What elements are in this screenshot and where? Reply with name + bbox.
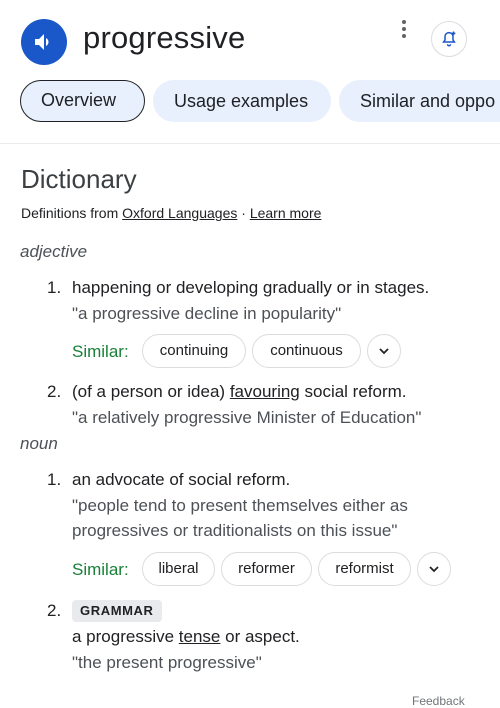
section-title: Dictionary	[21, 164, 137, 194]
divider	[0, 143, 500, 144]
definition: (of a person or idea) favouring social r…	[72, 382, 407, 402]
speaker-icon	[35, 34, 49, 50]
similar-chip[interactable]: reformist	[318, 552, 411, 586]
learn-more-link[interactable]: Learn more	[250, 205, 322, 221]
grammar-badge: GRAMMAR	[72, 600, 162, 622]
similar-label: Similar:	[72, 560, 129, 579]
more-vert-icon[interactable]	[396, 20, 412, 42]
similar-chip[interactable]: continuous	[252, 334, 361, 368]
expand-similar-button[interactable]	[417, 552, 451, 586]
source-separator: ·	[241, 205, 246, 221]
definition-text: a progressive	[72, 627, 175, 646]
headword: progressive	[83, 20, 246, 55]
tab-usage-examples[interactable]: Usage examples	[153, 80, 331, 122]
similar-chip[interactable]: liberal	[142, 552, 215, 586]
chevron-down-icon	[379, 348, 389, 355]
entry-header: progressive	[0, 0, 500, 80]
sense-number: 1.	[47, 278, 62, 297]
definition-text: (of a person or idea)	[72, 382, 226, 401]
source-line: Definitions from Oxford Languages · Lear…	[21, 205, 321, 221]
sense-number: 2.	[47, 601, 62, 620]
definition: a progressive tense or aspect.	[72, 627, 300, 647]
alert-add-button[interactable]	[431, 21, 467, 57]
definition-text: or aspect.	[225, 627, 300, 646]
definition: an advocate of social reform.	[72, 470, 291, 489]
example: "the present progressive"	[72, 653, 262, 672]
sense-number: 1.	[47, 470, 62, 489]
sense-number: 2.	[47, 382, 62, 401]
tab-overview[interactable]: Overview	[20, 80, 145, 122]
example: progressives or traditionalists on this …	[72, 521, 398, 540]
definition: happening or developing gradually or in …	[72, 278, 430, 297]
tab-bar: Overview Usage examples Similar and oppo	[0, 80, 500, 124]
definition-link[interactable]: tense	[179, 627, 221, 646]
example: "people tend to present themselves eithe…	[72, 496, 408, 515]
similar-chip[interactable]: reformer	[221, 552, 312, 586]
part-of-speech-noun: noun	[20, 434, 58, 453]
part-of-speech-adjective: adjective	[20, 242, 88, 261]
alert-add-icon	[442, 31, 456, 47]
definition-link[interactable]: favouring	[230, 382, 300, 401]
expand-similar-button[interactable]	[367, 334, 401, 368]
similar-chip[interactable]: continuing	[142, 334, 246, 368]
source-link[interactable]: Oxford Languages	[122, 205, 237, 221]
chevron-down-icon	[429, 566, 439, 573]
source-prefix: Definitions from	[21, 205, 119, 221]
feedback-link[interactable]: Feedback	[412, 694, 465, 708]
example: "a progressive decline in popularity"	[72, 304, 342, 323]
definition-text: social reform.	[304, 382, 407, 401]
example: "a relatively progressive Minister of Ed…	[72, 408, 422, 427]
tab-similar-and-opposite[interactable]: Similar and oppo	[339, 80, 500, 122]
pronunciation-button[interactable]	[21, 19, 67, 65]
similar-label: Similar:	[72, 342, 129, 361]
